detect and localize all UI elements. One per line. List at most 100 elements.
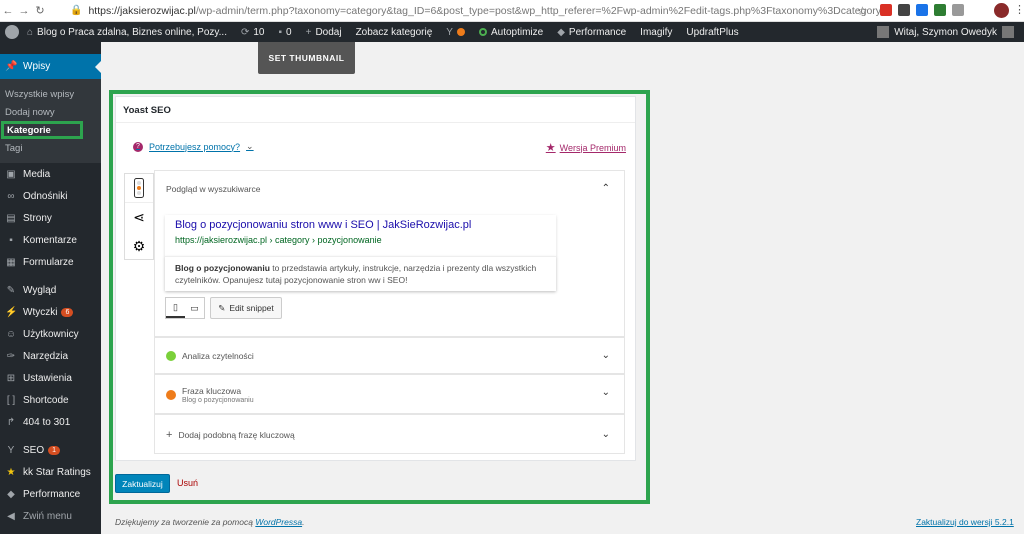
keyphrase-panel[interactable]: Fraza kluczowa Blog o pozycjonowaniu ⌄ (154, 374, 625, 414)
sidebar-item-link[interactable]: ∞ Odnośniki (0, 185, 101, 207)
set-thumbnail-button[interactable]: SET THUMBNAIL (258, 42, 355, 74)
add-related-keyphrase-panel[interactable]: + Dodaj podobną frazę kluczową ⌄ (154, 414, 625, 454)
updates-link[interactable]: ⟳ 10 (241, 27, 265, 38)
updraft-link[interactable]: UpdraftPlus (686, 27, 738, 38)
premium-link[interactable]: ★ Wersja Premium (546, 141, 626, 154)
submenu-add-new[interactable]: Dodaj nowy (0, 103, 101, 121)
chevron-down-icon[interactable]: ⌄ (602, 387, 610, 398)
desktop-icon[interactable]: ▭ (185, 298, 204, 318)
chevron-down-icon[interactable]: ⌄ (602, 350, 610, 361)
comments-link[interactable]: ▪ 0 (278, 27, 291, 38)
appearance-icon: ✎ (6, 284, 16, 296)
count-badge: 6 (61, 307, 74, 317)
add-new-link[interactable]: + Dodaj (306, 27, 342, 38)
sidebar-item-forms[interactable]: ▦ Formularze (0, 251, 101, 273)
browser-profile-avatar[interactable] (994, 3, 1009, 18)
chevron-down-icon: ⌄ (246, 141, 254, 151)
sidebar-item-shortcode[interactable]: [ ] Shortcode (0, 389, 101, 411)
extension-icon[interactable] (898, 4, 910, 16)
link-icon: ∞ (7, 190, 15, 202)
snippet-title: Blog o pozycjonowaniu stron www i SEO | … (175, 219, 472, 231)
opera-extension-icon[interactable] (880, 4, 892, 16)
sidebar-item-label: Zwiń menu (23, 510, 72, 522)
address-bar[interactable]: https://jaksierozwijac.pl/wp-admin/term.… (88, 5, 881, 17)
forms-icon: ▦ (6, 256, 16, 268)
lock-icon[interactable]: 🔒 (70, 5, 82, 16)
account-menu[interactable]: Witaj, Szymon Owedyk (877, 22, 1014, 42)
sidebar-item-appearance[interactable]: ✎ Wygląd (0, 279, 101, 301)
extension-icon[interactable] (916, 4, 928, 16)
sidebar-item-label: 404 to 301 (23, 416, 71, 428)
wordpress-link[interactable]: WordPressa (255, 517, 302, 527)
back-icon[interactable]: ← (0, 5, 16, 17)
pin-icon: 📌 (5, 61, 18, 72)
updraft-label: UpdraftPlus (686, 26, 739, 38)
sidebar-item-comments[interactable]: ▪ Komentarze (0, 229, 101, 251)
yoast-adminbar-menu[interactable]: Y (446, 27, 465, 38)
sidebar-item-label: kk Star Ratings (23, 466, 91, 478)
browser-toolbar: ← → ↻ 🔒 https://jaksierozwijac.pl/wp-adm… (0, 0, 1024, 22)
update-version-link[interactable]: Zaktualizuj do wersji 5.2.1 (916, 517, 1014, 527)
view-category-link[interactable]: Zobacz kategorię (356, 27, 433, 38)
sidebar-item-collapse[interactable]: ◀ Zwiń menu (0, 505, 101, 527)
delete-link[interactable]: Usuń (177, 478, 198, 488)
home-icon: ⌂ (27, 26, 34, 38)
sidebar-item-users[interactable]: ☺ Użytkownicy (0, 323, 101, 345)
sidebar-item-label: Strony (23, 212, 52, 224)
yoast-seo-metabox: Yoast SEO ? Potrzebujesz pomocy? ⌄ ★ Wer… (115, 96, 636, 461)
site-name-label: Blog o Praca zdalna, Biznes online, Pozy… (37, 26, 227, 38)
snippet-desc-keyword: Blog o pozycjonowaniu (175, 263, 270, 273)
help-toggle[interactable]: ? Potrzebujesz pomocy? ⌄ (133, 141, 254, 152)
submenu-all-posts[interactable]: Wszystkie wpisy (0, 85, 101, 103)
sidebar-item-redirect[interactable]: ↱ 404 to 301 (0, 411, 101, 433)
bookmark-star-icon[interactable]: ☆ (857, 4, 868, 18)
update-button[interactable]: Zaktualizuj (115, 474, 170, 493)
panel-title: Podgląd w wyszukiwarce (166, 184, 261, 194)
autoptimize-link[interactable]: Autoptimize (478, 27, 543, 38)
sidebar-item-plugins[interactable]: ⚡ Wtyczki 6 (0, 301, 101, 323)
sidebar-item-yoast[interactable]: Y SEO 1 (0, 439, 101, 461)
sidebar-item-tools[interactable]: ✑ Narzędzia (0, 345, 101, 367)
reload-icon[interactable]: ↻ (32, 4, 48, 17)
site-name-link[interactable]: ⌂ Blog o Praca zdalna, Biznes online, Poz… (27, 27, 227, 38)
extension-icon[interactable] (952, 4, 964, 16)
pencil-icon: ✎ (218, 302, 226, 313)
wordpress-logo-icon[interactable] (5, 25, 19, 39)
edit-snippet-button[interactable]: ✎ Edit snippet (210, 297, 282, 319)
sidebar-item-media[interactable]: ▣ Media (0, 163, 101, 185)
plugins-icon: ⚡ (5, 306, 18, 318)
panel-header[interactable]: Podgląd w wyszukiwarce (155, 171, 624, 207)
forward-icon[interactable]: → (16, 5, 32, 17)
tab-seo[interactable] (125, 174, 153, 203)
chevron-up-icon[interactable]: ⌃ (602, 183, 610, 194)
admin-sidebar: 📌 Wpisy Wszystkie wpisy Dodaj nowy Kateg… (0, 42, 101, 534)
tab-social[interactable]: ⋖ (125, 203, 153, 232)
submenu-categories[interactable]: Kategorie (1, 121, 83, 139)
sidebar-item-settings[interactable]: ⊞ Ustawienia (0, 367, 101, 389)
tab-advanced[interactable]: ⚙ (125, 232, 153, 261)
sidebar-item-star[interactable]: ★ kk Star Ratings (0, 461, 101, 483)
menu-item-posts[interactable]: 📌 Wpisy (0, 54, 101, 79)
sidebar-item-label: Media (23, 168, 51, 180)
submenu-tags[interactable]: Tagi (0, 139, 101, 157)
sidebar-item-label: SEO (23, 444, 45, 456)
snippet-url: https://jaksierozwijac.pl › category › p… (175, 235, 382, 245)
chevron-down-icon[interactable]: ⌄ (602, 429, 610, 440)
snippet-description: Blog o pozycjonowaniu to przedstawia art… (165, 256, 556, 291)
shortcode-icon: [ ] (6, 394, 16, 406)
browser-menu-icon[interactable]: ⋮ (1014, 3, 1024, 16)
imagify-link[interactable]: Imagify (640, 27, 672, 38)
plus-icon: + (166, 429, 173, 441)
sidebar-item-performance[interactable]: ◆ Performance (0, 483, 101, 505)
url-host: https://jaksierozwijac.pl (88, 4, 196, 17)
sidebar-item-pages[interactable]: ▤ Strony (0, 207, 101, 229)
readability-panel[interactable]: Analiza czytelności ⌄ (154, 337, 625, 374)
metabox-tabs: ⋖ ⚙ (124, 173, 154, 260)
extension-icon[interactable] (934, 4, 946, 16)
mobile-icon[interactable]: ▯ (166, 298, 185, 318)
performance-icon: ◆ (557, 26, 565, 38)
performance-link[interactable]: ◆ Performance (557, 27, 626, 38)
panel-title: Dodaj podobną frazę kluczową (178, 430, 295, 440)
updates-count: 10 (253, 26, 265, 38)
notification-icon[interactable] (877, 26, 890, 38)
